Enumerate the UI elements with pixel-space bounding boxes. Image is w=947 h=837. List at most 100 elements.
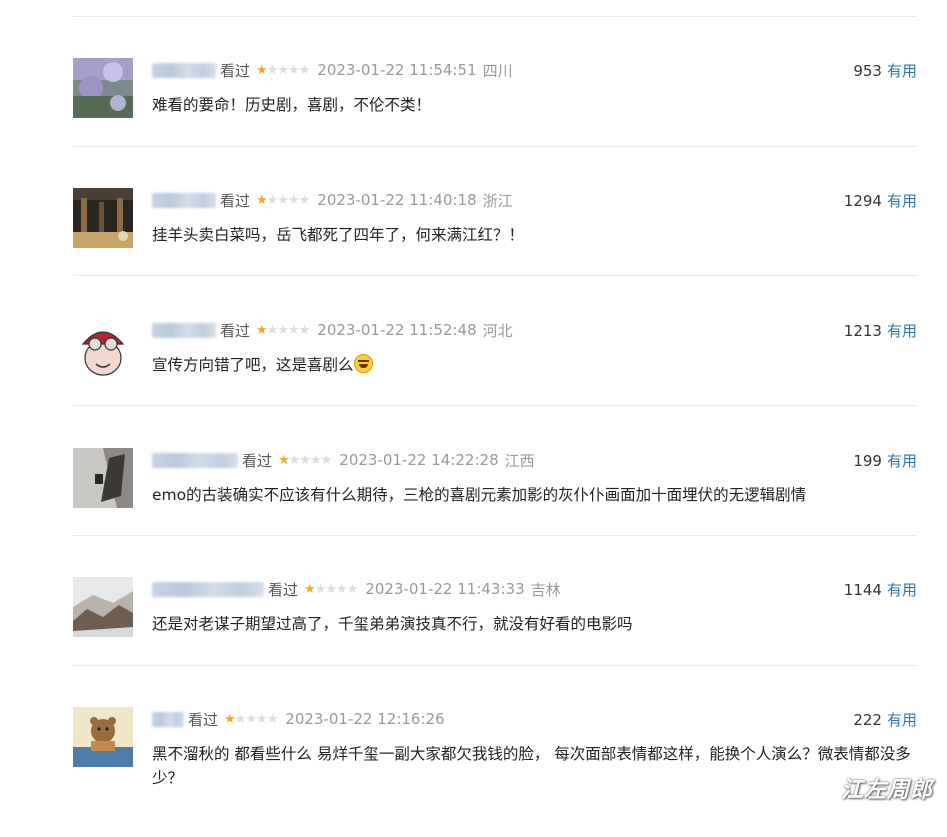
- comment-time: 2023-01-22 11:40:18: [317, 191, 477, 209]
- laughing-emoji-icon: [353, 354, 373, 373]
- star-icon: ★: [287, 322, 300, 338]
- star-icon: ★: [304, 581, 316, 597]
- rating-stars: ★ ★ ★ ★ ★: [256, 322, 311, 338]
- username[interactable]: [152, 192, 216, 208]
- star-icon: ★: [278, 452, 290, 468]
- comment-location: 河北: [482, 321, 513, 340]
- rating-stars: ★ ★ ★ ★ ★: [256, 62, 311, 78]
- star-icon: ★: [298, 62, 311, 78]
- star-icon: ★: [287, 192, 300, 208]
- useful-count: 199: [853, 452, 882, 470]
- comment-time: 2023-01-22 11:52:48: [317, 321, 477, 339]
- star-icon: ★: [325, 581, 337, 597]
- comment-content: 宣传方向错了吧，这是喜剧么: [152, 353, 917, 377]
- watch-status: 看过: [242, 451, 273, 470]
- star-icon: ★: [346, 581, 359, 597]
- comment-content: 黑不溜秋的 都看些什么 易烊千玺一副大家都欠我钱的脸， 每次面部表情都这样，能换…: [152, 745, 911, 787]
- useful-vote: 1294 有用: [844, 190, 917, 211]
- avatar[interactable]: [73, 318, 133, 378]
- comment-content: 还是对老谋子期望过高了，千玺弟弟演技真不行，就没有好看的电影吗: [152, 615, 633, 633]
- comment-location: 江西: [504, 451, 535, 470]
- comment-time: 2023-01-22 14:22:28: [339, 451, 499, 469]
- star-icon: ★: [266, 192, 279, 208]
- avatar[interactable]: [73, 707, 133, 767]
- star-icon: ★: [266, 62, 279, 78]
- divider: [73, 146, 917, 147]
- comment-content: 挂羊头卖白菜吗，岳飞都死了四年了，何来满江红？！: [152, 226, 525, 244]
- comment-location: 吉林: [530, 580, 561, 599]
- useful-count: 1213: [843, 322, 882, 340]
- star-icon: ★: [255, 711, 268, 727]
- comment-item: 看过 ★ ★ ★ ★ ★ 2023-01-22 11:40:18 浙江 1294 有用 挂…: [73, 188, 917, 318]
- comment-location: 四川: [482, 61, 513, 80]
- star-icon: ★: [288, 452, 301, 468]
- rating-stars: ★ ★ ★ ★ ★: [304, 581, 359, 597]
- watch-status: 看过: [188, 710, 219, 729]
- star-icon: ★: [277, 62, 289, 78]
- useful-vote: 1213 有用: [844, 320, 917, 341]
- star-icon: ★: [245, 711, 257, 727]
- comment-item: 看过 ★ ★ ★ ★ ★ 2023-01-22 11:52:48 河北 1213 有用 宣…: [73, 318, 917, 448]
- star-icon: ★: [256, 192, 268, 208]
- username[interactable]: [152, 581, 264, 597]
- comment-meta: 看过 ★ ★ ★ ★ ★ 2023-01-22 11:40:18 浙江: [152, 190, 917, 210]
- star-icon: ★: [320, 452, 333, 468]
- rating-stars: ★ ★ ★ ★ ★: [278, 452, 333, 468]
- comment-item: 看过 ★ ★ ★ ★ ★ 2023-01-22 11:43:33 吉林 1144 有用 还…: [73, 577, 917, 707]
- useful-button[interactable]: 有用: [887, 711, 917, 729]
- comment-meta: 看过 ★ ★ ★ ★ ★ 2023-01-22 12:16:26: [152, 709, 917, 729]
- username[interactable]: [152, 62, 216, 78]
- useful-button[interactable]: 有用: [887, 62, 917, 80]
- comment-content: 难看的要命！历史剧，喜剧，不伦不类！: [152, 96, 432, 114]
- useful-count: 1294: [843, 192, 882, 210]
- star-icon: ★: [224, 711, 236, 727]
- watch-status: 看过: [220, 191, 251, 210]
- watch-status: 看过: [268, 580, 299, 599]
- useful-button[interactable]: 有用: [887, 322, 917, 340]
- star-icon: ★: [298, 322, 311, 338]
- rating-stars: ★ ★ ★ ★ ★: [256, 192, 311, 208]
- watch-status: 看过: [220, 321, 251, 340]
- useful-count: 953: [853, 62, 882, 80]
- useful-button[interactable]: 有用: [887, 581, 917, 599]
- star-icon: ★: [266, 711, 279, 727]
- comment-item: 看过 ★ ★ ★ ★ ★ 2023-01-22 14:22:28 江西 199 有用 em…: [73, 448, 917, 578]
- comment-meta: 看过 ★ ★ ★ ★ ★ 2023-01-22 11:54:51 四川: [152, 60, 917, 80]
- top-divider: [73, 16, 917, 17]
- star-icon: ★: [298, 192, 311, 208]
- rating-stars: ★ ★ ★ ★ ★: [224, 711, 279, 727]
- username[interactable]: [152, 322, 216, 338]
- star-icon: ★: [277, 192, 289, 208]
- useful-button[interactable]: 有用: [887, 192, 917, 210]
- useful-button[interactable]: 有用: [887, 452, 917, 470]
- comment-time: 2023-01-22 11:43:33: [365, 580, 525, 598]
- useful-vote: 199 有用: [853, 450, 917, 471]
- star-icon: ★: [314, 581, 327, 597]
- comment-meta: 看过 ★ ★ ★ ★ ★ 2023-01-22 11:52:48 河北: [152, 320, 917, 340]
- divider: [73, 535, 917, 536]
- star-icon: ★: [256, 322, 268, 338]
- username[interactable]: [152, 711, 184, 727]
- useful-count: 222: [853, 711, 882, 729]
- comment-text: 宣传方向错了吧，这是喜剧么: [152, 356, 354, 374]
- divider: [73, 665, 917, 666]
- avatar[interactable]: [73, 58, 133, 118]
- useful-count: 1144: [843, 581, 882, 599]
- comment-item: 看过 ★ ★ ★ ★ ★ 2023-01-22 11:54:51 四川 953 有用 难看…: [73, 58, 917, 188]
- comment-content: emo的古装确实不应该有什么期待，三枪的喜剧元素加影的灰仆仆画面加十面埋伏的无逻…: [152, 486, 807, 504]
- avatar[interactable]: [73, 577, 133, 637]
- watch-status: 看过: [220, 61, 251, 80]
- divider: [73, 275, 917, 276]
- star-icon: ★: [287, 62, 300, 78]
- watermark: 江左周郎: [840, 778, 933, 803]
- comment-time: 2023-01-22 12:16:26: [285, 710, 445, 728]
- avatar[interactable]: [73, 448, 133, 508]
- comment-meta: 看过 ★ ★ ★ ★ ★ 2023-01-22 11:43:33 吉林: [152, 579, 917, 599]
- comment-location: 浙江: [482, 191, 513, 210]
- avatar[interactable]: [73, 188, 133, 248]
- useful-vote: 1144 有用: [844, 579, 917, 600]
- star-icon: ★: [266, 322, 279, 338]
- username[interactable]: [152, 452, 238, 468]
- star-icon: ★: [277, 322, 289, 338]
- useful-vote: 222 有用: [853, 709, 917, 730]
